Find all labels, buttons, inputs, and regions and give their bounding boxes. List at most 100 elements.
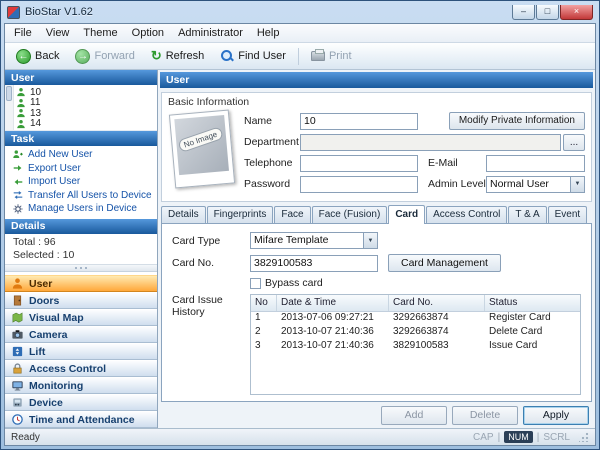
bypass-card-label: Bypass card [265, 277, 323, 289]
basic-info-fields: Name Modify Private Information Departme… [244, 110, 585, 196]
user-list-item[interactable]: 13 [16, 108, 155, 119]
col-header-status[interactable]: Status [485, 295, 580, 311]
photo-placeholder: No Image [174, 115, 229, 175]
cell-status: Register Card [485, 312, 580, 326]
nav-user[interactable]: User [5, 275, 157, 292]
admin-level-value: Normal User [490, 178, 549, 190]
nav-device[interactable]: Device [5, 394, 157, 411]
tab-details[interactable]: Details [161, 206, 206, 223]
tab-strip: Details Fingerprints Face Face (Fusion) … [160, 204, 593, 223]
print-label: Print [329, 50, 352, 62]
nav-access-control[interactable]: Access Control [5, 360, 157, 377]
tab-t-and-a[interactable]: T & A [508, 206, 546, 223]
forward-button[interactable]: → Forward [68, 47, 141, 66]
import-icon [12, 176, 24, 188]
sidebar-splitter[interactable] [5, 264, 157, 272]
back-button[interactable]: ← Back [9, 47, 66, 66]
password-field[interactable] [300, 176, 418, 193]
card-no-field[interactable] [250, 255, 378, 272]
print-icon [311, 51, 325, 61]
card-type-select[interactable]: Mifare Template ▼ [250, 232, 378, 249]
action-button-bar: Add Delete Apply [160, 402, 593, 428]
table-row[interactable]: 2 2013-10-07 21:40:36 3292663874 Delete … [251, 326, 580, 340]
nav-doors[interactable]: Doors [5, 292, 157, 309]
nav-label: Camera [29, 329, 68, 341]
menu-theme[interactable]: Theme [76, 25, 124, 41]
nav-visual-map[interactable]: Visual Map [5, 309, 157, 326]
user-icon [10, 277, 24, 291]
tab-face[interactable]: Face [274, 206, 310, 223]
user-list-items: 10 11 13 14 [14, 85, 157, 130]
user-id-label: 13 [30, 108, 41, 119]
menu-help[interactable]: Help [250, 25, 287, 41]
user-photo: No Image [169, 110, 235, 189]
admin-level-select[interactable]: Normal User ▼ [486, 176, 585, 193]
tab-access-control[interactable]: Access Control [426, 206, 507, 223]
status-indicators: CAP | NUM | SCRL [473, 431, 589, 443]
bypass-card-checkbox[interactable] [250, 278, 261, 289]
num-lock-indicator: NUM [504, 431, 533, 443]
print-button[interactable]: Print [304, 48, 359, 64]
task-add-new-user[interactable]: Add New User [5, 148, 157, 162]
tab-card[interactable]: Card [388, 205, 425, 224]
table-row[interactable]: 3 2013-10-07 21:40:36 3829100583 Issue C… [251, 340, 580, 354]
close-button[interactable]: × [560, 5, 593, 20]
find-user-label: Find User [238, 50, 286, 62]
task-import-user[interactable]: Import User [5, 175, 157, 189]
admin-level-label: Admin Level [428, 178, 486, 190]
tab-fingerprints[interactable]: Fingerprints [207, 206, 274, 223]
user-list-scrollbar[interactable] [5, 85, 14, 130]
search-icon [220, 49, 234, 63]
nav-time-attendance[interactable]: Time and Attendance [5, 411, 157, 428]
export-icon [12, 162, 24, 174]
nav-label: Visual Map [29, 312, 84, 324]
tab-event[interactable]: Event [548, 206, 588, 223]
col-header-card-no[interactable]: Card No. [389, 295, 485, 311]
user-list-item[interactable]: 14 [16, 119, 155, 130]
add-button[interactable]: Add [381, 406, 447, 425]
tab-face-fusion[interactable]: Face (Fusion) [312, 206, 388, 223]
email-field[interactable] [486, 155, 585, 172]
user-list-item[interactable]: 11 [16, 98, 155, 109]
modify-private-info-button[interactable]: Modify Private Information [449, 112, 585, 130]
nav-label: Time and Attendance [29, 414, 135, 426]
nav-camera[interactable]: Camera [5, 326, 157, 343]
col-header-date-time[interactable]: Date & Time [277, 295, 389, 311]
task-manage-users[interactable]: Manage Users in Device [5, 202, 157, 216]
department-field[interactable] [300, 134, 561, 151]
refresh-button[interactable]: ↻ Refresh [144, 47, 211, 65]
col-header-no[interactable]: No [251, 295, 277, 311]
no-image-stamp: No Image [177, 126, 223, 153]
menu-administrator[interactable]: Administrator [171, 25, 250, 41]
main-panel: User Basic Information No Image Name [158, 70, 595, 428]
menu-file[interactable]: File [7, 25, 39, 41]
back-icon: ← [16, 49, 31, 64]
task-transfer-users[interactable]: Transfer All Users to Device [5, 189, 157, 203]
table-row[interactable]: 1 2013-07-06 09:27:21 3292663874 Registe… [251, 312, 580, 326]
telephone-field[interactable] [300, 155, 418, 172]
menu-option[interactable]: Option [125, 25, 171, 41]
card-management-button[interactable]: Card Management [388, 254, 501, 272]
user-person-icon [16, 87, 26, 97]
lift-icon [10, 345, 24, 359]
user-list-item[interactable]: 10 [16, 87, 155, 98]
resize-grip[interactable] [579, 432, 589, 442]
lock-icon [10, 362, 24, 376]
minimize-button[interactable]: – [512, 5, 535, 20]
department-browse-button[interactable]: ... [563, 134, 585, 151]
add-user-icon [12, 149, 24, 161]
menu-view[interactable]: View [39, 25, 77, 41]
user-id-label: 10 [30, 87, 41, 98]
maximize-button[interactable]: □ [536, 5, 559, 20]
delete-button[interactable]: Delete [452, 406, 518, 425]
nav-monitoring[interactable]: Monitoring [5, 377, 157, 394]
find-user-button[interactable]: Find User [213, 47, 293, 65]
apply-button[interactable]: Apply [523, 406, 589, 425]
card-issue-history-label: Card Issue History [172, 294, 250, 395]
card-type-value: Mifare Template [254, 234, 329, 246]
name-field[interactable] [300, 113, 418, 130]
nav-lift[interactable]: Lift [5, 343, 157, 360]
status-separator: | [537, 432, 540, 443]
task-export-user[interactable]: Export User [5, 162, 157, 176]
scrollbar-thumb[interactable] [6, 86, 12, 101]
